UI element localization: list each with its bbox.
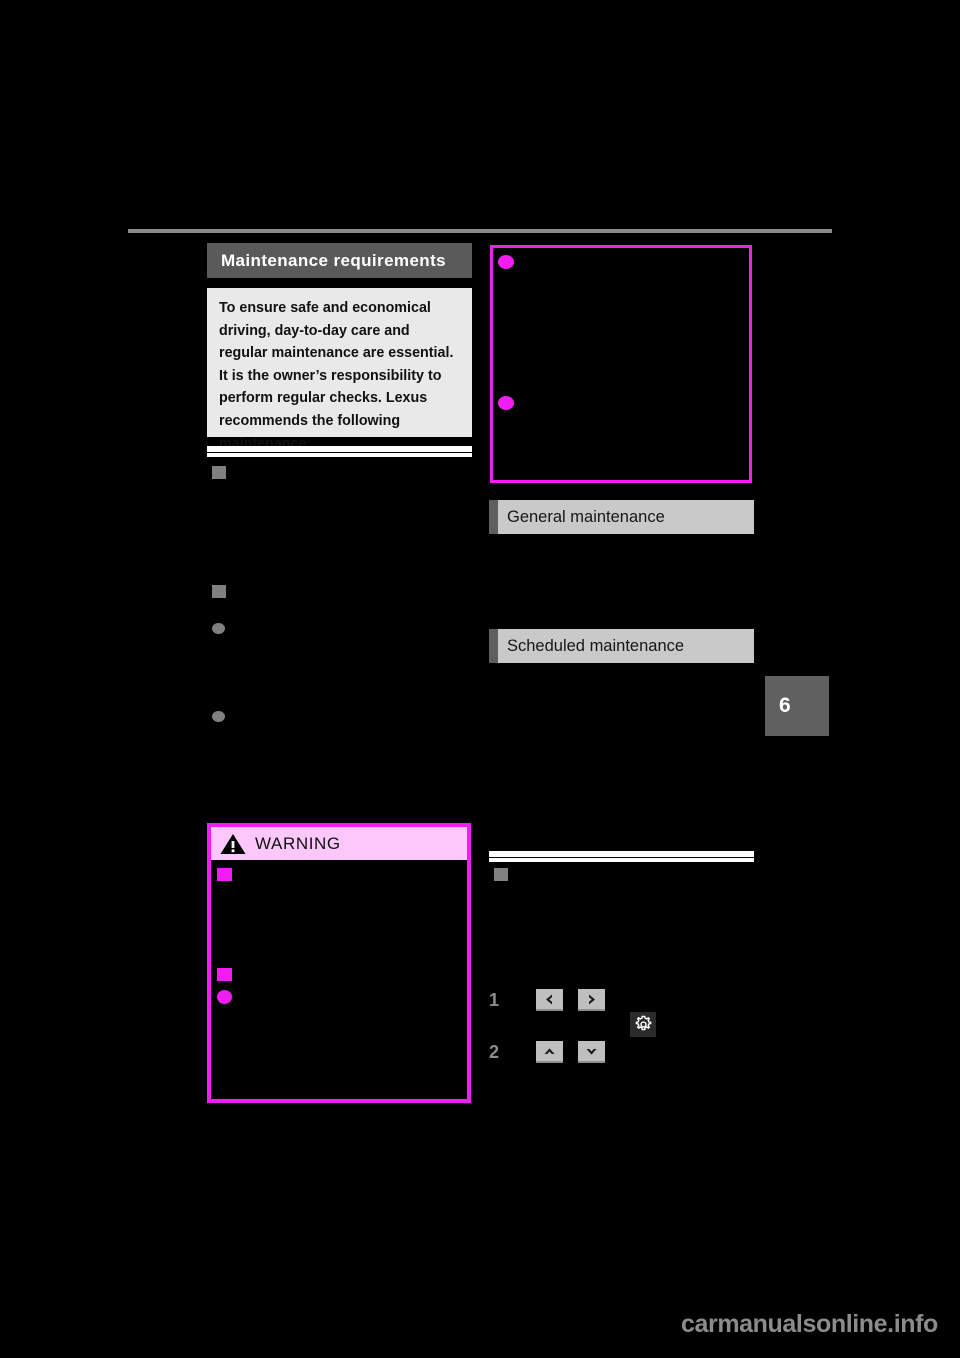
callout-box xyxy=(490,245,752,483)
divider-bar-upper xyxy=(207,446,472,452)
step-row-1: 1 xyxy=(489,989,605,1011)
warning-round-bullet xyxy=(217,990,232,1004)
page-title: Maintenance requirements xyxy=(221,250,446,270)
chevron-left-glyph xyxy=(546,994,552,1004)
square-bullet xyxy=(494,868,508,881)
callout-round-bullet xyxy=(498,396,514,410)
section-title-bar: Maintenance requirements xyxy=(207,243,472,278)
warning-header: WARNING xyxy=(211,827,467,860)
site-watermark: carmanualsonline.info xyxy=(681,1310,938,1338)
chevron-up-icon[interactable] xyxy=(536,1041,563,1063)
intro-text-block: To ensure safe and economical driving, d… xyxy=(207,288,472,452)
square-bullet xyxy=(212,585,226,598)
round-bullet xyxy=(212,623,225,634)
left-divider-1 xyxy=(207,446,472,457)
divider-bar-lower xyxy=(489,858,754,862)
warning-triangle-icon xyxy=(220,833,246,854)
warning-body xyxy=(211,860,467,1099)
gear-icon[interactable] xyxy=(630,1012,656,1037)
chevron-right-icon[interactable] xyxy=(578,989,605,1011)
chevron-down-glyph xyxy=(586,1048,597,1055)
heading-label: General maintenance xyxy=(507,507,665,526)
right-divider-1 xyxy=(489,851,754,862)
heading-scheduled-maintenance: Scheduled maintenance xyxy=(489,629,754,663)
warning-square-bullet xyxy=(217,868,232,881)
warning-label: WARNING xyxy=(255,833,341,853)
chevron-up-glyph xyxy=(544,1047,555,1054)
chevron-right-glyph xyxy=(589,994,595,1004)
chevron-down-icon[interactable] xyxy=(578,1041,605,1063)
chapter-tab: 6 xyxy=(765,676,829,736)
step-number: 2 xyxy=(489,1041,500,1062)
divider-bar-upper xyxy=(489,851,754,857)
callout-round-bullet xyxy=(498,255,514,269)
chevron-left-icon[interactable] xyxy=(536,989,563,1011)
warning-square-bullet xyxy=(217,968,232,981)
square-bullet xyxy=(212,466,226,479)
chapter-number: 6 xyxy=(779,694,791,717)
gear-glyph xyxy=(635,1015,651,1031)
divider-bar-lower xyxy=(207,453,472,457)
round-bullet xyxy=(212,711,225,722)
warning-box: WARNING xyxy=(207,823,471,1103)
heading-label: Scheduled maintenance xyxy=(507,636,685,655)
manual-page: Maintenance requirements To ensure safe … xyxy=(0,0,960,1358)
header-rule xyxy=(128,229,832,233)
step-number: 1 xyxy=(489,989,500,1010)
heading-general-maintenance: General maintenance xyxy=(489,500,754,534)
step-row-2: 2 xyxy=(489,1041,605,1063)
